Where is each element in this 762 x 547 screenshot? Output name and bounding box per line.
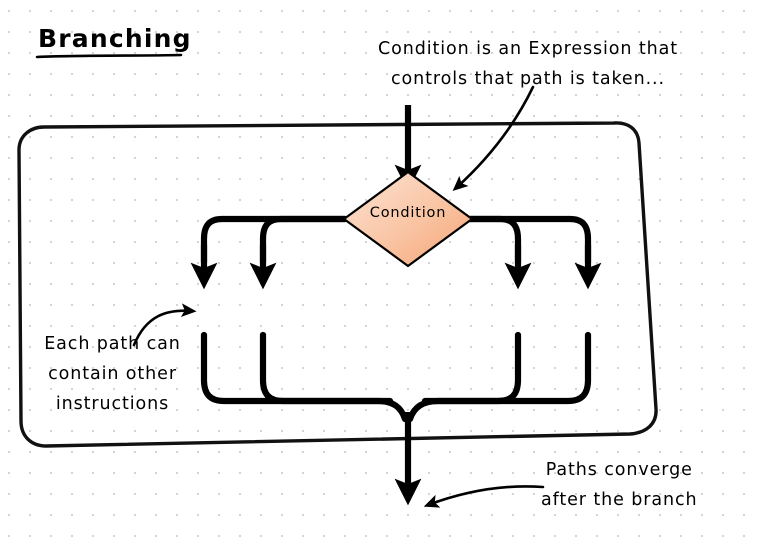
converge-annotation: Paths converge after the branch <box>541 455 697 515</box>
condition-annotation-arrow <box>452 85 535 192</box>
path-contents-annotation-line-2: contain other <box>48 364 177 384</box>
converge-annotation-arrow <box>423 485 545 508</box>
diagram-canvas: Branching Condition Condition is an Expr… <box>0 0 762 547</box>
page-title: Branching <box>38 24 192 53</box>
condition-annotation-line-1: Condition is an Expression that <box>378 39 678 59</box>
path-contents-annotation-line-3: instructions <box>55 394 170 414</box>
condition-annotation: Condition is an Expression that controls… <box>378 34 678 94</box>
path-contents-annotation-line-1: Each path can <box>44 334 181 354</box>
converge-annotation-line-2: after the branch <box>541 490 698 510</box>
branch-converge <box>200 331 592 423</box>
condition-annotation-line-2: controls that path is taken... <box>391 69 665 89</box>
path-contents-annotation: Each path can contain other instructions <box>30 329 195 419</box>
converge-annotation-line-1: Paths converge <box>545 460 693 480</box>
condition-label: Condition <box>369 205 447 221</box>
title-underline <box>35 53 183 59</box>
